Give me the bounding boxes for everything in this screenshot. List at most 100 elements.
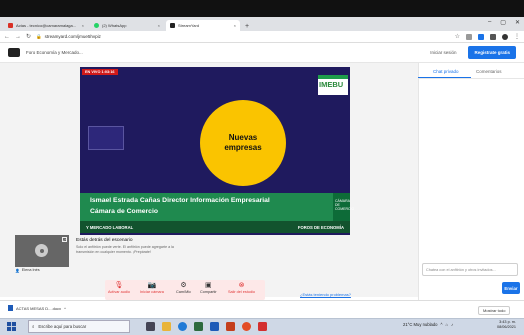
extension-icon[interactable] [478, 33, 484, 40]
logo [8, 48, 20, 57]
minimize-icon[interactable]: – [488, 19, 491, 26]
problems-link[interactable]: ¿Estás teniendo problemas? [300, 292, 351, 297]
chevron-up-icon[interactable]: ^ [441, 322, 443, 327]
unmute-audio-button[interactable]: 🎙 Activar audio [108, 282, 130, 294]
download-filename: ACTAS MESAS D....docx [16, 305, 62, 311]
close-tab-icon[interactable]: × [158, 23, 160, 28]
page-title: Foro Economía y Mercado... [26, 50, 83, 55]
speaker-name: Ismael Estrada Cañas Director Informació… [90, 197, 270, 204]
topic-circle: Nuevas empresas [200, 100, 286, 186]
bookmark-star-icon[interactable]: ☆ [455, 33, 460, 40]
participant-name: Elena Inés [21, 268, 40, 272]
speaker-org: Cámara de Comercio [90, 208, 158, 215]
clock[interactable]: 3:43 p. m. 08/06/2021 [497, 320, 516, 329]
weather-text[interactable]: 21°C Muy nublado [403, 322, 438, 327]
circle-line-2: empresas [224, 143, 262, 152]
mic-off-icon: 🎙 [114, 282, 124, 289]
powerpoint-icon[interactable] [226, 322, 235, 331]
windows-start-icon[interactable] [7, 322, 16, 331]
clock-date: 08/06/2021 [497, 324, 517, 329]
maximize-icon[interactable]: ▢ [500, 19, 506, 26]
volume-icon[interactable]: ♪ [451, 322, 453, 327]
lock-icon: 🔒 [36, 33, 42, 39]
app-header: Foro Economía y Mercado... Iniciar sesió… [0, 43, 524, 63]
reload-icon[interactable]: ↻ [26, 33, 31, 40]
excel-icon[interactable] [194, 322, 203, 331]
search-icon: ⌕ [32, 324, 35, 329]
backstage-description: Solo el anfitrión puede verte. El anfitr… [76, 245, 174, 254]
streamyard-icon [170, 23, 175, 28]
close-tab-icon[interactable]: × [82, 23, 84, 28]
live-badge: EN VIVO 1:03:16 [82, 69, 118, 75]
taskbar-search[interactable]: ⌕ Escribe aquí para buscar [28, 320, 130, 333]
participant-name-row: 👤 Elena Inés [15, 267, 69, 273]
send-button[interactable]: Enviar [502, 282, 520, 294]
clock-time: 3:43 p. m. [499, 320, 517, 324]
leave-icon: ⊗ [238, 282, 245, 289]
new-tab-button[interactable]: + [245, 23, 249, 31]
close-tab-icon[interactable]: × [234, 23, 236, 28]
task-view-icon[interactable] [146, 322, 155, 331]
system-tray: 21°C Muy nublado ^ ⌂ ♪ [403, 322, 453, 327]
downloads-bar [0, 300, 524, 318]
name-banner: Ismael Estrada Cañas Director Informació… [80, 193, 333, 221]
search-placeholder: Escribe aquí para buscar [38, 324, 87, 329]
show-all-button[interactable]: Mostrar todo [478, 306, 511, 315]
file-explorer-icon[interactable] [162, 322, 171, 331]
share-button[interactable]: ▣ Compartir [200, 282, 217, 294]
tab-comments[interactable]: Comentarios [476, 69, 502, 74]
imebu-logo: IMEBU [318, 75, 348, 95]
band-right-text: FOROS DE ECONOMÍA [297, 224, 344, 230]
tab-label: Actas - tecnico@camaramalaga... [16, 23, 77, 28]
band-left-text: Y MERCADO LABORAL [86, 224, 134, 230]
back-icon[interactable]: ← [4, 34, 10, 40]
divider [418, 78, 524, 79]
word-file-icon [8, 305, 13, 311]
tab-streamyard[interactable]: StreamYard × [166, 20, 240, 31]
toolbar-icons: ☆ ⋮ [455, 33, 520, 40]
tab-label: StreamYard [178, 23, 200, 28]
backstage-status: Estás detrás del escenario Solo el anfit… [76, 238, 186, 255]
leave-studio-button[interactable]: ⊗ Salir del estudio [228, 282, 255, 294]
screen-top-strip [0, 0, 524, 17]
chat-input[interactable]: Chatea con el anfitrión y otros invitado… [422, 263, 518, 276]
profile-avatar[interactable] [502, 33, 508, 40]
pdf-reader-icon[interactable] [258, 322, 267, 331]
browser-tab-strip: Actas - tecnico@camaramalaga... × (2) Wh… [0, 17, 524, 31]
word-icon[interactable] [210, 322, 219, 331]
whatsapp-icon [94, 23, 99, 28]
network-icon[interactable]: ⌂ [445, 322, 448, 327]
tab-actas[interactable]: Actas - tecnico@camaramalaga... × [4, 20, 88, 31]
participant-thumbnail[interactable]: ⤢ [15, 235, 69, 267]
register-button[interactable]: Registrate gratis [468, 46, 516, 59]
avatar [35, 244, 48, 257]
login-link[interactable]: Iniciar sesión [430, 50, 456, 55]
tab-private-chat[interactable]: Chat privado [433, 69, 459, 74]
url-field[interactable]: 🔒 streamyard.com/jmue5hvpiz [36, 34, 101, 40]
gear-icon: ⚙ [180, 282, 187, 289]
expand-icon[interactable]: ⤢ [62, 237, 67, 242]
lower-third-band: Y MERCADO LABORAL FOROS DE ECONOMÍA [80, 221, 350, 233]
start-camera-button[interactable]: 📷 Iniciar cámara [140, 282, 164, 294]
inset-video [88, 126, 124, 150]
address-bar: ← → ↻ 🔒 streamyard.com/jmue5hvpiz ☆ ⋮ [0, 31, 524, 43]
share-screen-icon: ▣ [205, 282, 212, 289]
edge-icon[interactable] [178, 322, 187, 331]
gmail-icon [8, 23, 13, 28]
user-icon: 👤 [15, 268, 20, 273]
menu-icon[interactable]: ⋮ [514, 33, 520, 40]
cam-mic-settings-button[interactable]: ⚙ Cam/Mic [176, 282, 191, 294]
tab-label: (2) WhatsApp [102, 23, 127, 28]
forward-icon[interactable]: → [15, 34, 21, 40]
circle-line-1: Nuevas [228, 133, 258, 142]
close-window-icon[interactable]: ✕ [515, 19, 520, 26]
tab-whatsapp[interactable]: (2) WhatsApp × [90, 20, 164, 31]
chamber-logo: CÁMARA DE COMERCIO [333, 193, 354, 221]
extension-icon[interactable] [466, 33, 472, 40]
extension-icon[interactable] [490, 33, 496, 40]
chevron-up-icon[interactable]: ^ [64, 306, 66, 311]
window-controls: – ▢ ✕ [488, 19, 520, 26]
chrome-icon[interactable] [242, 322, 251, 331]
url-text: streamyard.com/jmue5hvpiz [44, 34, 101, 39]
download-item[interactable]: ACTAS MESAS D....docx ^ [8, 305, 66, 311]
